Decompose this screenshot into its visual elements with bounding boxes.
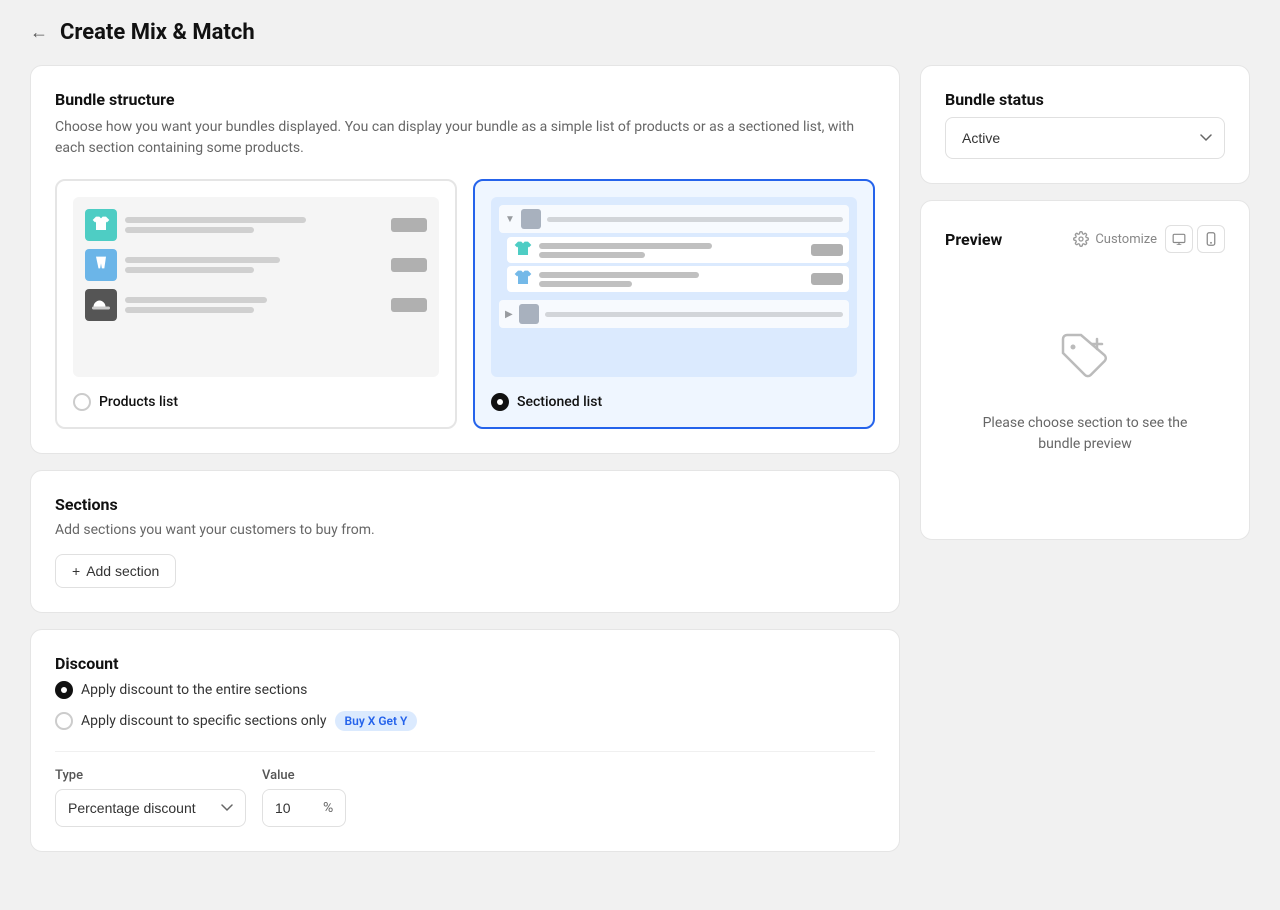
item-lines-2 [539, 272, 805, 287]
sectioned-list-label: Sectioned list [517, 394, 602, 410]
type-field-group: Type Percentage discount Fixed amount di… [55, 768, 246, 827]
sections-title: Sections [55, 495, 875, 514]
sections-card: Sections Add sections you want your cust… [30, 470, 900, 613]
customize-icon [1073, 231, 1089, 247]
preview-row-1 [85, 209, 427, 241]
desktop-icon [1172, 233, 1186, 245]
value-unit: % [323, 790, 345, 826]
bundle-status-card: Bundle status Active Draft [920, 65, 1250, 184]
bundle-structure-title: Bundle structure [55, 90, 875, 109]
mobile-view-button[interactable] [1197, 225, 1225, 253]
products-list-label-row: Products list [73, 393, 439, 411]
customize-label: Customize [1095, 232, 1157, 247]
products-list-illustration [73, 197, 439, 377]
item-lines-1 [539, 243, 805, 258]
preview-lines-2 [125, 257, 383, 273]
sectioned-list-label-row: Sectioned list [491, 393, 857, 411]
discount-fields: Type Percentage discount Fixed amount di… [55, 768, 875, 827]
customize-button[interactable]: Customize [1073, 231, 1157, 247]
main-layout: Bundle structure Choose how you want you… [0, 65, 1280, 882]
discount-radio-row-1: Apply discount to the entire sections [55, 681, 875, 699]
products-list-preview [73, 197, 439, 377]
preview-row-3 [85, 289, 427, 321]
add-section-label: Add section [86, 563, 159, 579]
chevron-right-icon: ▶ [505, 309, 513, 320]
sectioned-list-preview: ▼ [491, 197, 857, 377]
entire-sections-label: Apply discount to the entire sections [81, 682, 307, 698]
divider [55, 751, 875, 752]
value-field-group: Value % [262, 768, 346, 827]
mobile-icon [1206, 232, 1216, 246]
back-button[interactable]: ← [30, 22, 48, 43]
value-label: Value [262, 768, 346, 783]
structure-options: Products list ▼ [55, 179, 875, 429]
type-select[interactable]: Percentage discount Fixed amount discoun… [55, 789, 246, 827]
specific-sections-radio[interactable] [55, 712, 73, 730]
tshirt-icon-1 [513, 240, 533, 260]
section-icon-2 [519, 304, 539, 324]
bundle-structure-desc: Choose how you want your bundles display… [55, 117, 875, 159]
section-title-line [547, 217, 843, 222]
preview-lines-3 [125, 297, 383, 313]
section-header-collapsed: ▶ [499, 300, 849, 328]
discount-title: Discount [55, 654, 875, 673]
preview-empty-text: Please choose section to see the bundle … [965, 413, 1205, 455]
sections-desc: Add sections you want your customers to … [55, 522, 875, 538]
section-icon [521, 209, 541, 229]
preview-icon-1 [85, 209, 117, 241]
section-item-2 [507, 266, 849, 292]
bundle-structure-card: Bundle structure Choose how you want you… [30, 65, 900, 454]
preview-icon-2 [85, 249, 117, 281]
discount-radio-group: Apply discount to the entire sections Ap… [55, 681, 875, 731]
discount-radio-row-2: Apply discount to specific sections only… [55, 711, 875, 731]
page-header: ← Create Mix & Match [0, 0, 1280, 65]
preview-card: Preview Customize [920, 200, 1250, 540]
status-select[interactable]: Active Draft [945, 117, 1225, 159]
sectioned-list-illustration: ▼ [491, 197, 857, 377]
desktop-view-button[interactable] [1165, 225, 1193, 253]
preview-header: Preview Customize [945, 225, 1225, 253]
sectioned-list-radio[interactable] [491, 393, 509, 411]
preview-btn-3 [391, 298, 427, 312]
section-title-line-2 [545, 312, 843, 317]
discount-card: Discount Apply discount to the entire se… [30, 629, 900, 852]
preview-empty-state: Please choose section to see the bundle … [945, 269, 1225, 515]
chevron-down-icon: ▼ [505, 214, 515, 225]
value-input[interactable] [263, 790, 323, 826]
type-label: Type [55, 768, 246, 783]
preview-btn-1 [391, 218, 427, 232]
preview-btn-2 [391, 258, 427, 272]
entire-sections-radio[interactable] [55, 681, 73, 699]
products-list-label: Products list [99, 394, 178, 410]
products-list-radio[interactable] [73, 393, 91, 411]
value-input-wrap: % [262, 789, 346, 827]
section-item-1 [507, 237, 849, 263]
bundle-status-title: Bundle status [945, 90, 1225, 109]
preview-row-2 [85, 249, 427, 281]
empty-state-icon [1057, 329, 1113, 397]
sectioned-list-option[interactable]: ▼ [473, 179, 875, 429]
right-column: Bundle status Active Draft Preview Custo… [920, 65, 1250, 852]
page-title: Create Mix & Match [60, 20, 255, 45]
tshirt-icon-2 [513, 269, 533, 289]
section-body-1 [499, 237, 849, 292]
preview-actions: Customize [1073, 225, 1225, 253]
specific-sections-label: Apply discount to specific sections only [81, 713, 327, 729]
add-section-button[interactable]: + Add section [55, 554, 176, 588]
section-header-expanded: ▼ [499, 205, 849, 233]
preview-title: Preview [945, 230, 1002, 249]
left-column: Bundle structure Choose how you want you… [30, 65, 900, 852]
buy-x-get-y-badge: Buy X Get Y [335, 711, 418, 731]
view-buttons [1165, 225, 1225, 253]
plus-icon: + [72, 563, 80, 579]
preview-lines-1 [125, 217, 383, 233]
preview-icon-3 [85, 289, 117, 321]
products-list-option[interactable]: Products list [55, 179, 457, 429]
tag-plus-icon [1057, 329, 1113, 385]
